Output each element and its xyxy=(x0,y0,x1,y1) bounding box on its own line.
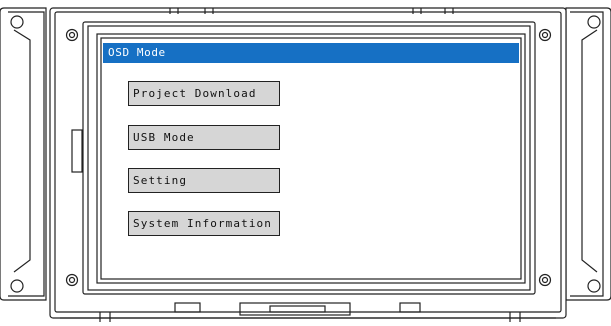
lcd-screen: OSD Mode Project Download USB Mode Setti… xyxy=(103,40,519,277)
usb-mode-button[interactable]: USB Mode xyxy=(128,125,280,150)
project-download-button[interactable]: Project Download xyxy=(128,81,280,106)
system-information-button[interactable]: System Information xyxy=(128,211,280,236)
osd-title-bar: OSD Mode xyxy=(103,43,519,63)
setting-button[interactable]: Setting xyxy=(128,168,280,193)
